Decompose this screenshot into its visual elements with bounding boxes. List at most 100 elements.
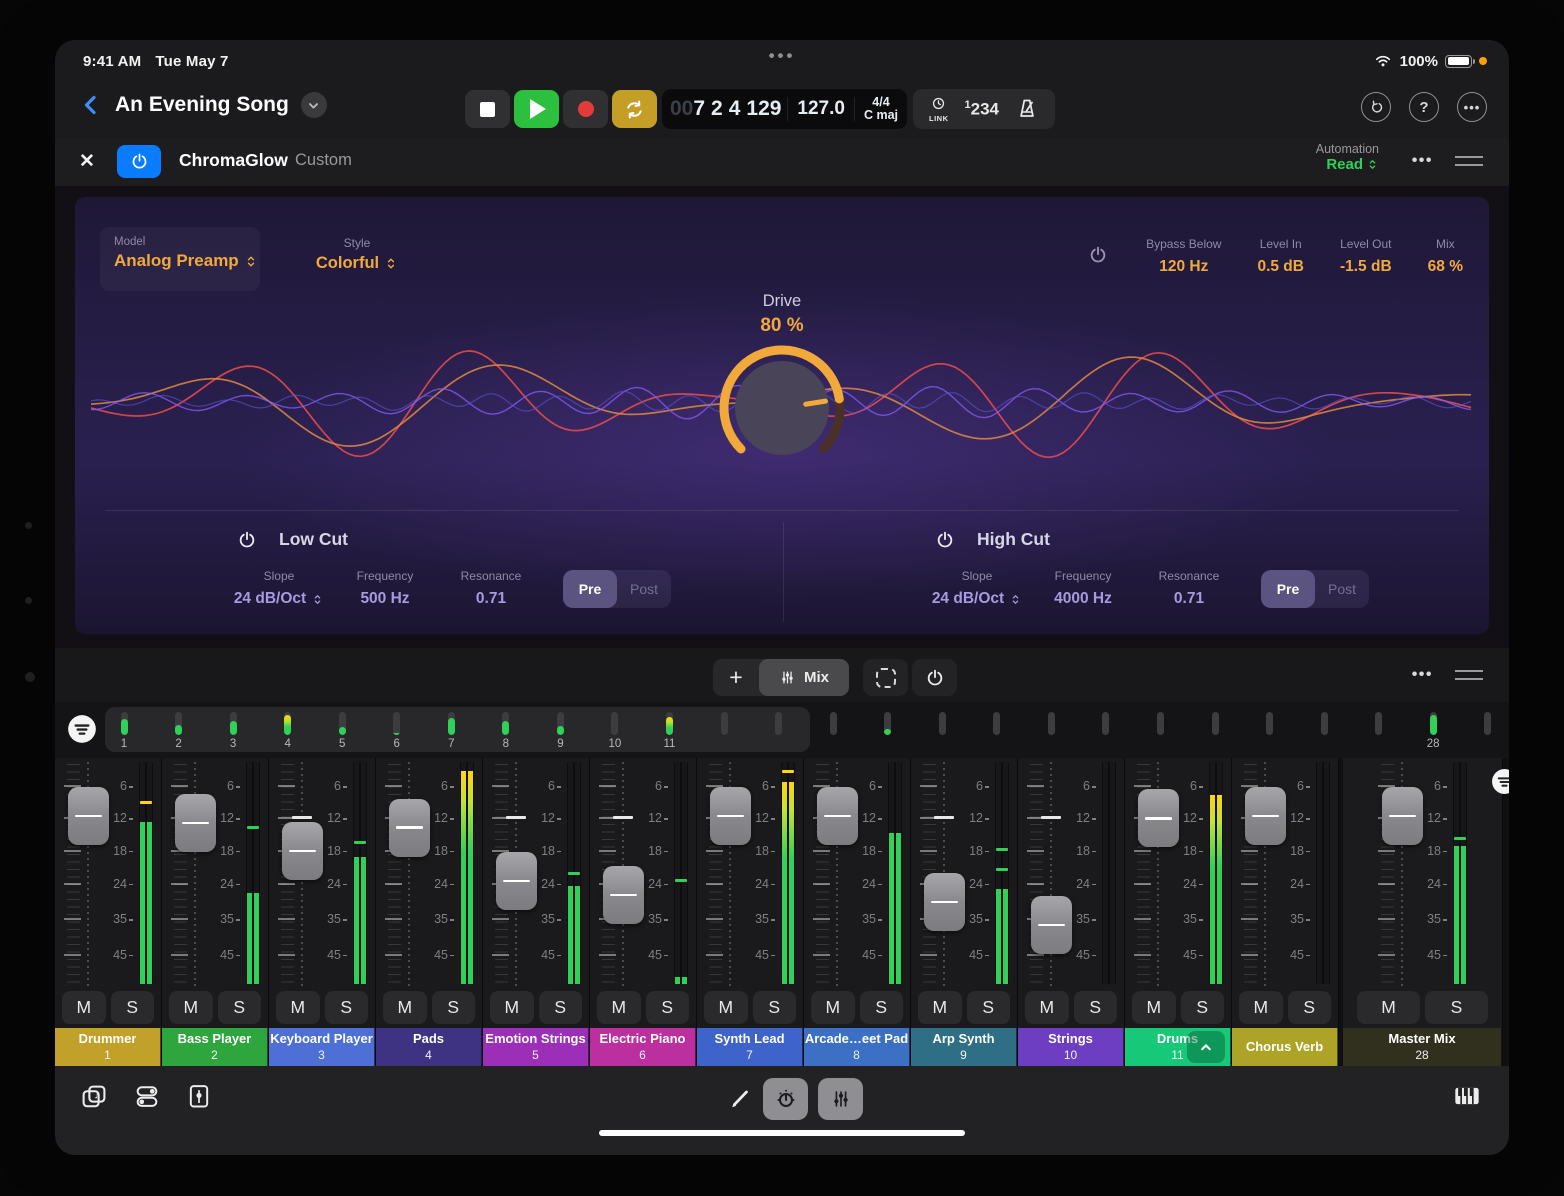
ruler-meter[interactable] <box>1312 712 1336 751</box>
ruler-meter-6[interactable]: 6 <box>385 712 409 751</box>
ruler-meter[interactable] <box>1039 712 1063 751</box>
solo-button[interactable]: S <box>1074 991 1118 1024</box>
mute-button[interactable]: M <box>811 991 855 1024</box>
ruler-meter-28[interactable]: 28 <box>1421 712 1445 751</box>
drive-knob[interactable] <box>707 333 857 483</box>
track-label[interactable]: Drums11 <box>1125 1028 1231 1066</box>
fader-cap[interactable] <box>68 787 109 845</box>
high-cut-power-icon[interactable] <box>935 530 955 550</box>
track-label[interactable]: Arcade…eet Pad8 <box>804 1028 910 1066</box>
mute-button[interactable]: M <box>490 991 534 1024</box>
mute-button[interactable]: M <box>704 991 748 1024</box>
ruler-meter[interactable] <box>1258 712 1282 751</box>
close-plugin-button[interactable]: ✕ <box>79 150 95 173</box>
knob-view-button[interactable] <box>763 1078 808 1120</box>
count-in-button[interactable]: 1234 <box>965 99 1000 120</box>
ruler-meter-4[interactable]: 4 <box>276 712 300 751</box>
post-segment[interactable]: Post <box>617 570 671 608</box>
pre-segment[interactable]: Pre <box>1261 570 1315 608</box>
fader-cap[interactable] <box>1245 787 1286 845</box>
controls-toggles-icon[interactable] <box>133 1082 161 1110</box>
mute-button[interactable]: M <box>1239 991 1283 1024</box>
link-button[interactable]: LINK <box>929 95 949 123</box>
pencil-tool-icon[interactable] <box>727 1086 753 1112</box>
low-cut-power-icon[interactable] <box>237 530 257 550</box>
level-in-param[interactable]: Level In 0.5 dB <box>1257 237 1304 276</box>
mixer-resize-handle[interactable] <box>1455 670 1483 680</box>
pre-segment[interactable]: Pre <box>563 570 617 608</box>
high-cut-prepost-toggle[interactable]: Pre Post <box>1261 570 1369 608</box>
fader-cap[interactable] <box>175 794 216 852</box>
undo-button[interactable] <box>1361 92 1391 122</box>
ruler-meter[interactable] <box>821 712 845 751</box>
high-cut-frequency[interactable]: Frequency 4000 Hz <box>1037 569 1129 608</box>
bypass-below-param[interactable]: Bypass Below 120 Hz <box>1146 237 1221 276</box>
collapse-stack-button[interactable] <box>1187 1031 1225 1063</box>
solo-button[interactable]: S <box>753 991 797 1024</box>
plugin-preset[interactable]: Custom <box>295 151 352 170</box>
ruler-meter[interactable] <box>1203 712 1227 751</box>
ruler-meter[interactable] <box>712 712 736 751</box>
solo-button[interactable]: S <box>539 991 583 1024</box>
song-menu-button[interactable] <box>301 92 327 118</box>
solo-button[interactable]: S <box>646 991 690 1024</box>
ruler-meter-10[interactable]: 10 <box>603 712 627 751</box>
track-label[interactable]: Keyboard Player3 <box>269 1028 375 1066</box>
metronome-icon[interactable] <box>1015 97 1039 121</box>
add-track-button[interactable]: + <box>713 659 759 696</box>
filter-tracks-button[interactable] <box>67 714 97 744</box>
track-label[interactable]: Emotion Strings5 <box>483 1028 589 1066</box>
sliders-view-button[interactable] <box>818 1078 863 1120</box>
master-filter-button[interactable] <box>1491 768 1509 795</box>
section-power-icon[interactable] <box>1088 245 1108 265</box>
track-label[interactable]: Pads4 <box>376 1028 482 1066</box>
track-label[interactable]: Electric Piano6 <box>590 1028 696 1066</box>
mute-button[interactable]: M <box>276 991 320 1024</box>
multitask-indicator[interactable]: ••• <box>769 46 796 66</box>
fader-cap[interactable] <box>710 787 751 845</box>
ruler-meter-7[interactable]: 7 <box>439 712 463 751</box>
ruler-meter[interactable] <box>1476 712 1500 751</box>
mute-button[interactable]: M <box>1025 991 1069 1024</box>
record-button[interactable] <box>563 90 608 128</box>
fader-cap[interactable] <box>389 799 430 857</box>
stop-button[interactable] <box>465 90 510 128</box>
fader-cap[interactable] <box>1382 787 1423 845</box>
solo-button[interactable]: S <box>1181 991 1225 1024</box>
multiselect-button[interactable] <box>863 659 908 696</box>
low-cut-slope[interactable]: Slope 24 dB/Oct <box>233 569 325 608</box>
plugin-power-button[interactable] <box>117 145 161 178</box>
high-cut-resonance[interactable]: Resonance 0.71 <box>1143 569 1235 608</box>
ruler-meter-9[interactable]: 9 <box>548 712 572 751</box>
mixer-more-button[interactable]: ••• <box>1412 666 1433 684</box>
high-cut-slope[interactable]: Slope 24 dB/Oct <box>931 569 1023 608</box>
play-button[interactable] <box>514 90 559 128</box>
ruler-meter-5[interactable]: 5 <box>330 712 354 751</box>
low-cut-frequency[interactable]: Frequency 500 Hz <box>339 569 431 608</box>
ruler-meter-1[interactable]: 1 <box>112 712 136 751</box>
loop-browser-icon[interactable] <box>79 1082 109 1112</box>
more-button[interactable]: ••• <box>1457 92 1487 122</box>
solo-button[interactable]: S <box>1425 991 1488 1024</box>
ruler-meter[interactable] <box>985 712 1009 751</box>
mute-button[interactable]: M <box>1357 991 1420 1024</box>
automation-mode-selector[interactable]: Read <box>1316 156 1379 173</box>
ruler-meter-8[interactable]: 8 <box>494 712 518 751</box>
track-label[interactable]: Drummer1 <box>55 1028 161 1066</box>
mute-button[interactable]: M <box>597 991 641 1024</box>
mute-button[interactable]: M <box>62 991 106 1024</box>
fader-cap[interactable] <box>924 873 965 931</box>
ruler-meter[interactable] <box>1148 712 1172 751</box>
track-label[interactable]: Arp Synth9 <box>911 1028 1017 1066</box>
track-label[interactable]: Chorus Verb <box>1232 1028 1338 1066</box>
fader-cap[interactable] <box>1031 896 1072 954</box>
solo-button[interactable]: S <box>1288 991 1332 1024</box>
mute-button[interactable]: M <box>383 991 427 1024</box>
mute-button[interactable]: M <box>918 991 962 1024</box>
help-button[interactable]: ? <box>1409 92 1439 122</box>
fader-cap[interactable] <box>496 852 537 910</box>
fader-panel-icon[interactable] <box>185 1082 213 1110</box>
cycle-button[interactable] <box>612 90 657 128</box>
ruler-meter[interactable] <box>1094 712 1118 751</box>
track-power-button[interactable] <box>912 659 957 696</box>
